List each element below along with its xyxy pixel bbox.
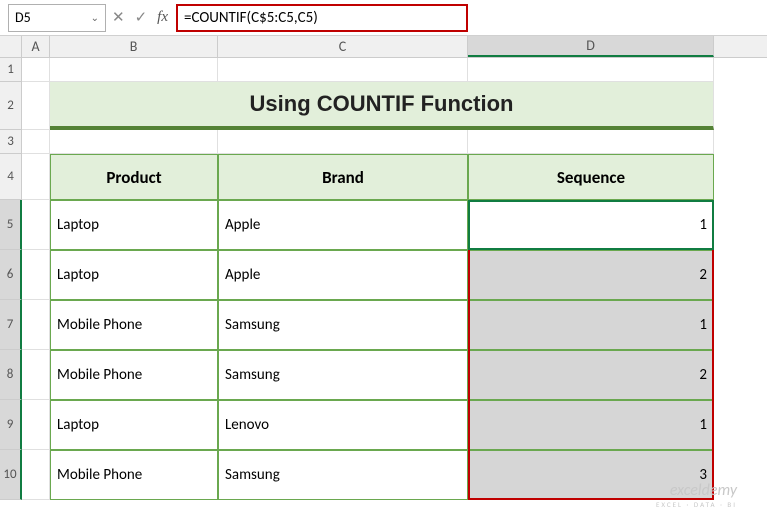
row-header-1[interactable]: 1 <box>0 58 22 82</box>
row-header-2[interactable]: 2 <box>0 82 22 130</box>
watermark: exceldemy EXCEL · DATA · BI <box>656 481 737 509</box>
watermark-sub: EXCEL · DATA · BI <box>656 501 737 509</box>
col-header-d[interactable]: D <box>468 36 714 57</box>
cell-sequence[interactable]: 2 <box>468 350 714 400</box>
cancel-icon[interactable]: ✕ <box>112 8 125 27</box>
cell-brand[interactable]: Apple <box>218 250 468 300</box>
formula-bar: D5 ⌄ ✕ ✓ fx =COUNTIF(C$5:C5,C5) <box>0 0 767 36</box>
name-box[interactable]: D5 ⌄ <box>8 4 106 32</box>
cell[interactable] <box>22 82 50 130</box>
grid: Using COUNTIF Function Product Brand Seq… <box>22 58 714 500</box>
cell-product[interactable]: Laptop <box>50 400 218 450</box>
fx-icon[interactable]: fx <box>157 9 168 26</box>
cell-brand[interactable]: Samsung <box>218 350 468 400</box>
col-header-b[interactable]: B <box>50 36 218 57</box>
cell[interactable] <box>22 400 50 450</box>
cell-product[interactable]: Laptop <box>50 200 218 250</box>
row-header-4[interactable]: 4 <box>0 154 22 200</box>
cell-brand[interactable]: Lenovo <box>218 400 468 450</box>
watermark-main: exceldemy <box>656 481 737 500</box>
cell[interactable] <box>22 58 50 82</box>
column-headers: A B C D <box>0 36 767 58</box>
th-product[interactable]: Product <box>50 154 218 200</box>
row-header-8[interactable]: 8 <box>0 350 22 400</box>
cell[interactable] <box>22 154 50 200</box>
select-all-corner[interactable] <box>0 36 22 57</box>
page-title[interactable]: Using COUNTIF Function <box>50 82 714 130</box>
cell[interactable] <box>22 250 50 300</box>
chevron-down-icon[interactable]: ⌄ <box>91 11 99 24</box>
cell[interactable] <box>50 58 218 82</box>
name-box-value: D5 <box>15 9 31 26</box>
th-brand[interactable]: Brand <box>218 154 468 200</box>
row-header-6[interactable]: 6 <box>0 250 22 300</box>
cell-brand[interactable]: Samsung <box>218 450 468 500</box>
cell-brand[interactable]: Samsung <box>218 300 468 350</box>
cell-sequence[interactable]: 1 <box>468 400 714 450</box>
cell[interactable] <box>22 300 50 350</box>
cell[interactable] <box>468 130 714 154</box>
table-row: Mobile Phone Samsung 2 <box>22 350 714 400</box>
table-row: Mobile Phone Samsung 1 <box>22 300 714 350</box>
col-header-a[interactable]: A <box>22 36 50 57</box>
formula-controls: ✕ ✓ fx <box>112 8 168 27</box>
confirm-icon[interactable]: ✓ <box>135 8 148 27</box>
cell[interactable] <box>22 130 50 154</box>
cell-product[interactable]: Laptop <box>50 250 218 300</box>
cell-product[interactable]: Mobile Phone <box>50 300 218 350</box>
row-header-3[interactable]: 3 <box>0 130 22 154</box>
formula-text: =COUNTIF(C$5:C5,C5) <box>184 9 318 27</box>
formula-input[interactable]: =COUNTIF(C$5:C5,C5) <box>176 4 468 32</box>
row-header-5[interactable]: 5 <box>0 200 22 250</box>
cell-sequence[interactable]: 1 <box>468 300 714 350</box>
row-header-10[interactable]: 10 <box>0 450 22 500</box>
cell[interactable] <box>218 58 468 82</box>
cell[interactable] <box>218 130 468 154</box>
table-row: Mobile Phone Samsung 3 <box>22 450 714 500</box>
cell[interactable] <box>22 450 50 500</box>
table-row: Laptop Apple 2 <box>22 250 714 300</box>
cell[interactable] <box>50 130 218 154</box>
row-headers: 1 2 3 4 5 6 7 8 9 10 <box>0 58 22 500</box>
cell-product[interactable]: Mobile Phone <box>50 450 218 500</box>
cell-sequence[interactable]: 1 <box>468 200 714 250</box>
cell-product[interactable]: Mobile Phone <box>50 350 218 400</box>
cell[interactable] <box>468 58 714 82</box>
table-row: Laptop Apple 1 <box>22 200 714 250</box>
col-header-c[interactable]: C <box>218 36 468 57</box>
cell[interactable] <box>22 200 50 250</box>
th-sequence[interactable]: Sequence <box>468 154 714 200</box>
cell-brand[interactable]: Apple <box>218 200 468 250</box>
cell[interactable] <box>22 350 50 400</box>
row-header-7[interactable]: 7 <box>0 300 22 350</box>
cell-sequence[interactable]: 2 <box>468 250 714 300</box>
table-row: Laptop Lenovo 1 <box>22 400 714 450</box>
row-header-9[interactable]: 9 <box>0 400 22 450</box>
